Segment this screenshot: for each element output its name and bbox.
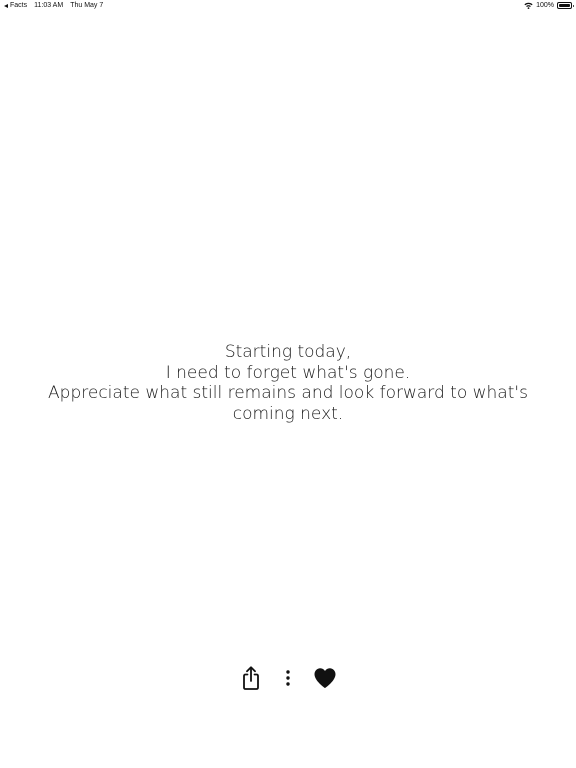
status-time: 11:03 AM	[34, 2, 64, 9]
battery-tip	[572, 4, 574, 7]
quote-line: Appreciate what still remains and look f…	[48, 383, 528, 403]
battery-icon	[557, 2, 574, 9]
share-icon	[243, 666, 259, 690]
more-vertical-icon	[286, 670, 290, 686]
heart-icon	[314, 668, 336, 688]
quote-line: coming next.	[232, 403, 344, 424]
screen: Facts 11:03 AM Thu May 7 100% Starting t…	[0, 0, 576, 768]
status-left: Facts 11:03 AM Thu May 7	[4, 2, 103, 9]
like-button[interactable]	[311, 664, 339, 692]
action-bar	[0, 664, 576, 692]
quote-line: Starting today,	[224, 342, 352, 362]
back-app-label: Facts	[10, 2, 28, 9]
back-arrow-icon	[4, 3, 8, 8]
back-to-app-button[interactable]: Facts	[4, 2, 27, 9]
status-bar: Facts 11:03 AM Thu May 7 100%	[0, 0, 576, 12]
share-button[interactable]	[237, 664, 265, 692]
battery-percent: 100%	[536, 2, 554, 9]
quote-line: I need to forget what's gone.	[165, 362, 411, 383]
status-right: 100%	[524, 2, 574, 9]
status-date: Thu May 7	[70, 2, 104, 9]
battery-fill	[559, 4, 570, 7]
quote-text: Starting today, I need to forget what's …	[0, 342, 576, 424]
wifi-icon	[524, 2, 533, 9]
more-options-button[interactable]	[274, 664, 302, 692]
